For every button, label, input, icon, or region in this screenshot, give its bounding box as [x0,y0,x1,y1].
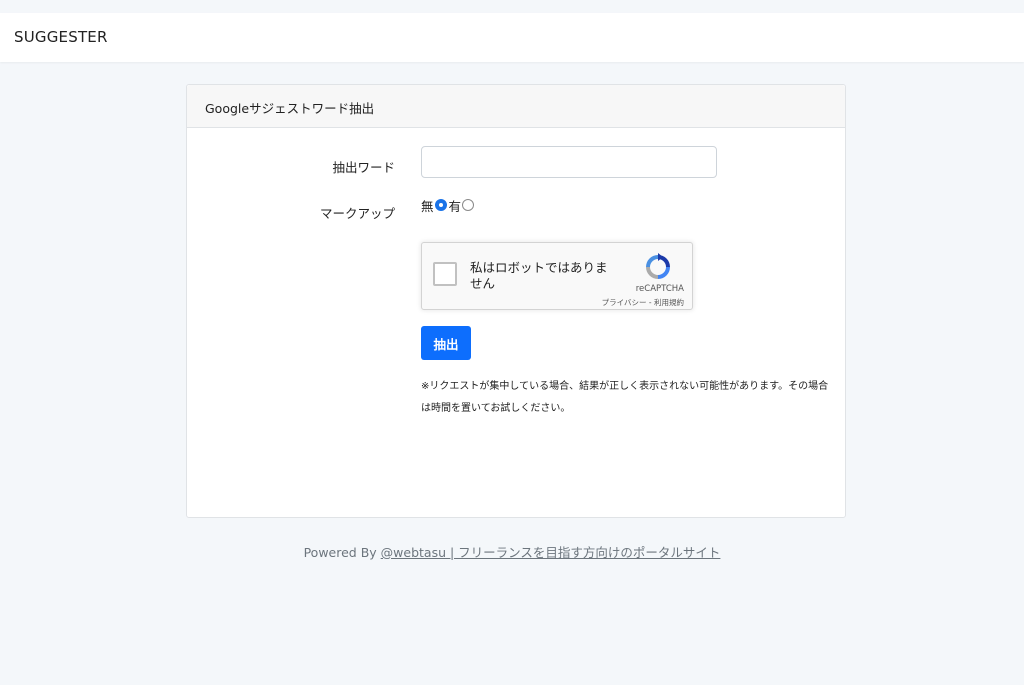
recaptcha-label: 私はロボットではありません [470,260,608,291]
recaptcha-checkbox[interactable] [433,262,457,286]
extract-button[interactable]: 抽出 [421,326,471,360]
suggest-form-card: Googleサジェストワード抽出 抽出ワード マークアップ 無 有 私はロボット… [186,84,846,518]
word-label: 抽出ワード [332,160,395,175]
markup-option-yes-label: 有 [448,198,462,214]
recaptcha-brand: reCAPTCHA [635,284,684,294]
markup-radio-group: 無 有 [421,197,476,214]
recaptcha-logo-icon [646,253,670,279]
markup-option-none-radio[interactable] [434,199,447,211]
recaptcha-widget: 私はロボットではありません reCAPTCHA プライバシー - 利用規約 [421,242,693,310]
markup-option-yes-radio[interactable] [462,199,475,211]
footer: Powered By @webtasu | フリーランスを目指す方向けのポータル… [0,542,1024,561]
notice-text: ※リクエストが集中している場合、結果が正しく表示されない可能性があります。その場… [421,381,829,414]
footer-webtasu-link[interactable]: @webtasu | フリーランスを目指す方向けのポータルサイト [381,545,721,560]
markup-label: マークアップ [319,206,395,221]
word-input[interactable] [421,146,717,178]
brand-logo[interactable]: SUGGESTER [14,28,108,46]
recaptcha-privacy-terms-links[interactable]: プライバシー - 利用規約 [572,297,684,308]
card-header: Googleサジェストワード抽出 [187,85,845,128]
navbar: SUGGESTER [0,13,1024,62]
card-title: Googleサジェストワード抽出 [205,101,375,116]
markup-option-none-label: 無 [421,198,434,214]
footer-prefix: Powered By [303,545,377,560]
